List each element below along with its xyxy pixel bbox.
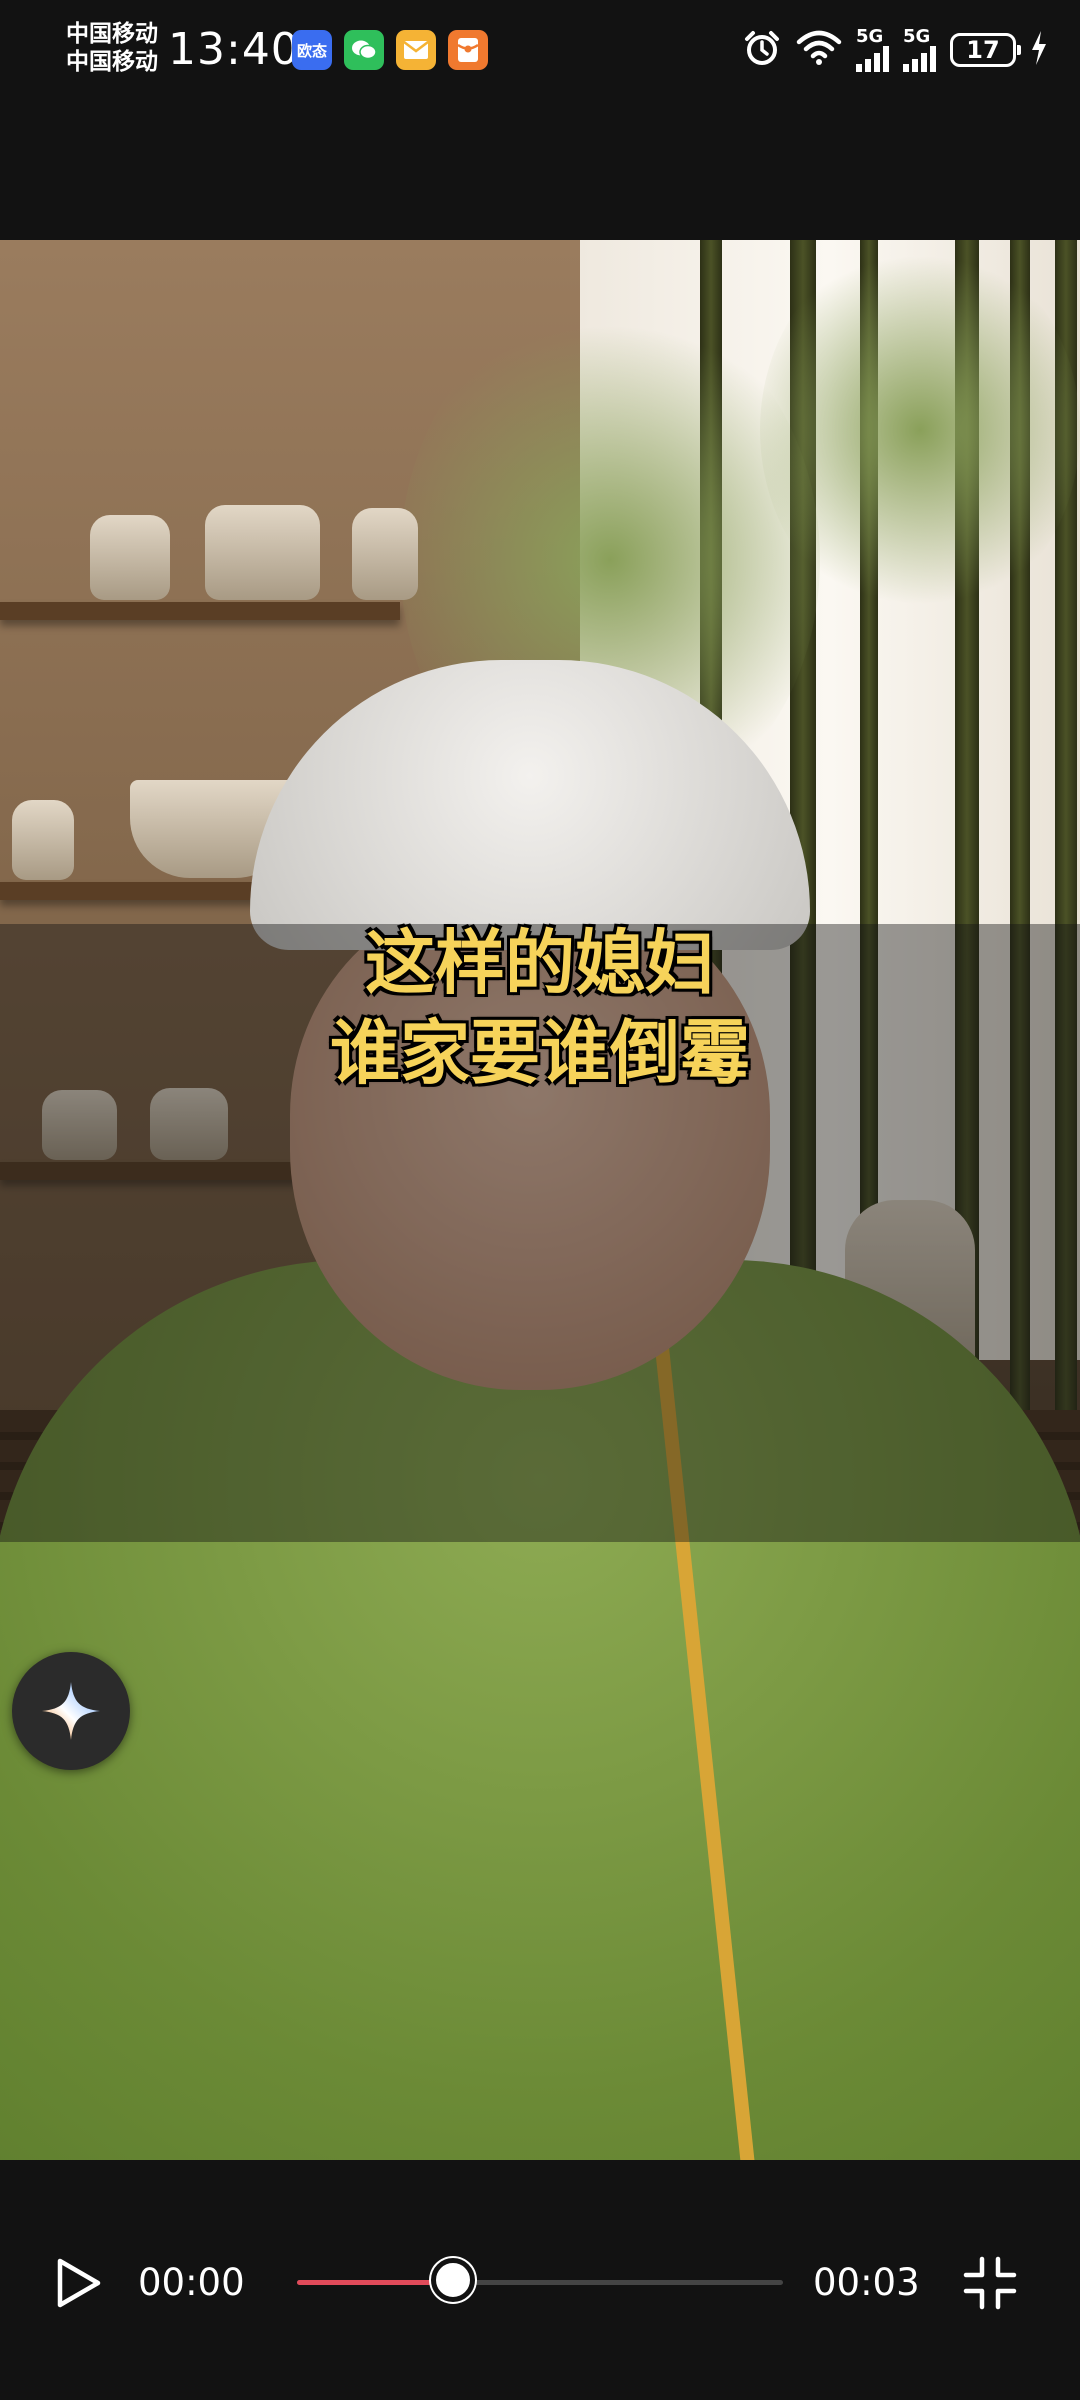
exit-fullscreen-button[interactable] (962, 2255, 1018, 2311)
ouzao-app-icon: 欧态 (292, 30, 332, 70)
carrier-2: 中国移动 (66, 49, 158, 75)
teapot (205, 505, 320, 600)
video-frame[interactable] (0, 240, 1080, 2160)
red-packet-icon (448, 30, 488, 70)
ai-assistant-button[interactable] (12, 1652, 130, 1770)
wifi-icon (796, 30, 842, 70)
charging-icon (1030, 30, 1048, 70)
sparkle-icon (42, 1682, 100, 1740)
player-controls: 00:00 00:03 (0, 2160, 1080, 2400)
play-icon (57, 2258, 101, 2308)
signal-bars-2-icon (903, 46, 936, 72)
battery-level: 17 (966, 36, 1000, 64)
status-bar: 中国移动 中国移动 13:40 欧态 5G 5G 17 (0, 0, 1080, 100)
signal-1: 5G (856, 28, 889, 72)
ouzao-app-label: 欧态 (296, 41, 327, 60)
carrier-1: 中国移动 (66, 21, 158, 47)
carrier-labels: 中国移动 中国移动 (66, 20, 158, 76)
duration: 00:03 (813, 2261, 920, 2304)
seek-bar[interactable] (297, 2258, 783, 2302)
caption-line-1: 这样的媳妇 (365, 922, 715, 1004)
status-indicators: 5G 5G 17 (742, 22, 1048, 78)
seek-thumb[interactable] (430, 2258, 475, 2302)
alarm-icon (742, 28, 782, 72)
teapot (90, 515, 170, 600)
jar (12, 800, 74, 880)
bamboo-leaves (760, 240, 1080, 620)
play-button[interactable] (50, 2255, 106, 2311)
signal-bars-1-icon (856, 46, 889, 72)
network-type-1: 5G (856, 26, 884, 47)
mail-icon (396, 30, 436, 70)
vase (352, 508, 418, 600)
wechat-icon (344, 30, 384, 70)
white-cap (250, 660, 810, 950)
caption-line-2: 谁家要谁倒霉 (330, 1012, 750, 1094)
current-time: 00:00 (138, 2261, 245, 2304)
seek-progress (297, 2280, 453, 2285)
exit-fullscreen-icon (963, 2256, 1017, 2310)
network-type-2: 5G (903, 26, 931, 47)
signal-2: 5G (903, 28, 936, 72)
wall-shelf (0, 602, 400, 620)
video-caption: 这样的媳妇 谁家要谁倒霉 (0, 918, 1080, 1098)
battery-icon: 17 (950, 33, 1021, 67)
clock: 13:40 (168, 24, 300, 75)
